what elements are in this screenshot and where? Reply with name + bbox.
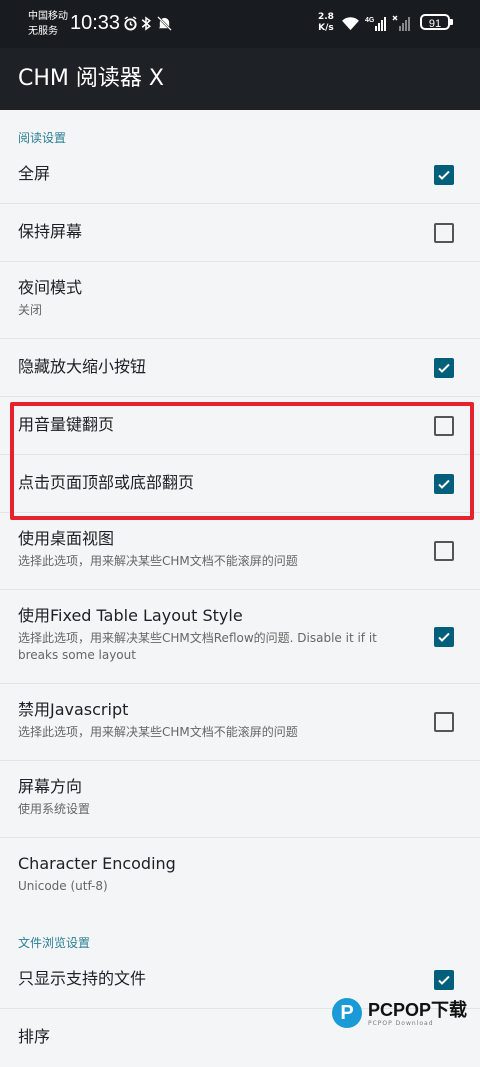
setting-subtitle: 关闭 [18,303,43,317]
battery-icon: 91 [420,14,453,30]
setting-title: 隐藏放大缩小按钮 [18,357,147,376]
setting-tap-edge-page[interactable]: 点击页面顶部或底部翻页 [0,455,480,513]
status-bar: 中国移动 无服务 10:33 2.8 K/s 4G 91 [0,0,480,48]
clock: 10:33 [70,12,121,34]
tap-edge-page-checkbox[interactable] [434,473,454,494]
setting-subtitle: 选择此选项，用来解决某些CHM文档不能滚屏的问题 [18,725,298,739]
bluetooth-icon [140,15,152,31]
setting-volume-key-page[interactable]: 用音量键翻页 [0,397,480,455]
watermark-text-group: PCPOP下载 PCPOP Download [368,1000,467,1027]
wifi-icon [340,15,360,31]
volume-key-page-checkbox[interactable] [434,415,454,436]
setting-title: 只显示支持的文件 [18,969,147,988]
signal-icon: 4G [364,15,388,31]
signal-icon-2 [392,15,412,31]
setting-character-encoding[interactable]: Character Encoding Unicode (utf-8) [0,838,480,915]
setting-title: 保持屏幕 [18,222,83,241]
section-header-file-browse: 文件浏览设置 [18,936,91,950]
network-speed: 2.8 K/s [318,12,334,34]
check-icon [438,975,450,985]
watermark-subtext: PCPOP Download [368,1019,434,1027]
setting-title: 用音量键翻页 [18,415,115,434]
setting-fixed-table-layout[interactable]: 使用Fixed Table Layout Style 选择此选项，用来解决某些C… [0,590,480,684]
watermark-mark: P [332,998,362,1028]
setting-subtitle: Unicode (utf-8) [18,879,108,893]
setting-hide-zoom-buttons[interactable]: 隐藏放大缩小按钮 [0,339,480,397]
mute-icon [156,15,172,31]
hide-zoom-buttons-checkbox[interactable] [434,357,454,378]
setting-title: Character Encoding [18,854,176,873]
speed-value: 2.8 [318,12,334,22]
watermark-text: PCPOP下载 [368,999,468,1020]
fullscreen-checkbox[interactable] [434,164,454,185]
watermark-logo: P PCPOP下载 PCPOP Download [332,996,467,1030]
carrier-service: 无服务 [28,26,58,37]
setting-title: 使用Fixed Table Layout Style [18,606,243,625]
setting-night-mode[interactable]: 夜间模式 关闭 [0,262,480,339]
setting-title: 夜间模式 [18,278,83,297]
app-title: CHM 阅读器 X [18,66,164,91]
check-icon [438,363,450,373]
show-supported-files-checkbox[interactable] [434,969,454,990]
check-icon [438,632,450,642]
setting-screen-orientation[interactable]: 屏幕方向 使用系统设置 [0,761,480,838]
setting-title: 禁用Javascript [18,700,129,719]
carrier-name: 中国移动 [28,11,68,22]
setting-title: 屏幕方向 [18,777,83,796]
setting-title: 全屏 [18,164,51,183]
section-header-reading: 阅读设置 [18,131,67,145]
setting-fullscreen[interactable]: 全屏 [0,146,480,204]
alarm-icon [122,15,138,31]
app-bar: CHM 阅读器 X [0,48,480,110]
speed-unit: K/s [318,23,334,33]
carrier-info: 中国移动 无服务 [28,9,68,39]
network-type: 4G [365,17,375,24]
setting-subtitle: 使用系统设置 [18,802,91,816]
fixed-table-layout-checkbox[interactable] [434,626,454,647]
setting-desktop-view[interactable]: 使用桌面视图 选择此选项，用来解决某些CHM文档不能滚屏的问题 [0,513,480,590]
check-icon [438,479,450,489]
setting-disable-javascript[interactable]: 禁用Javascript 选择此选项，用来解决某些CHM文档不能滚屏的问题 [0,684,480,761]
settings-list: 阅读设置 全屏 保持屏幕 夜间模式 关闭 隐藏放大缩小按钮 用音量键翻页 点击页… [0,110,480,1067]
keep-screen-checkbox[interactable] [434,222,454,243]
setting-subtitle: 选择此选项，用来解决某些CHM文档不能滚屏的问题 [18,554,298,568]
setting-subtitle: 选择此选项，用来解决某些CHM文档Reflow的问题. Disable it i… [18,631,377,662]
disable-javascript-checkbox[interactable] [434,712,454,732]
setting-title: 使用桌面视图 [18,529,115,548]
setting-keep-screen[interactable]: 保持屏幕 [0,204,480,262]
desktop-view-checkbox[interactable] [434,541,454,561]
setting-title: 点击页面顶部或底部翻页 [18,473,195,492]
check-icon [438,170,450,180]
